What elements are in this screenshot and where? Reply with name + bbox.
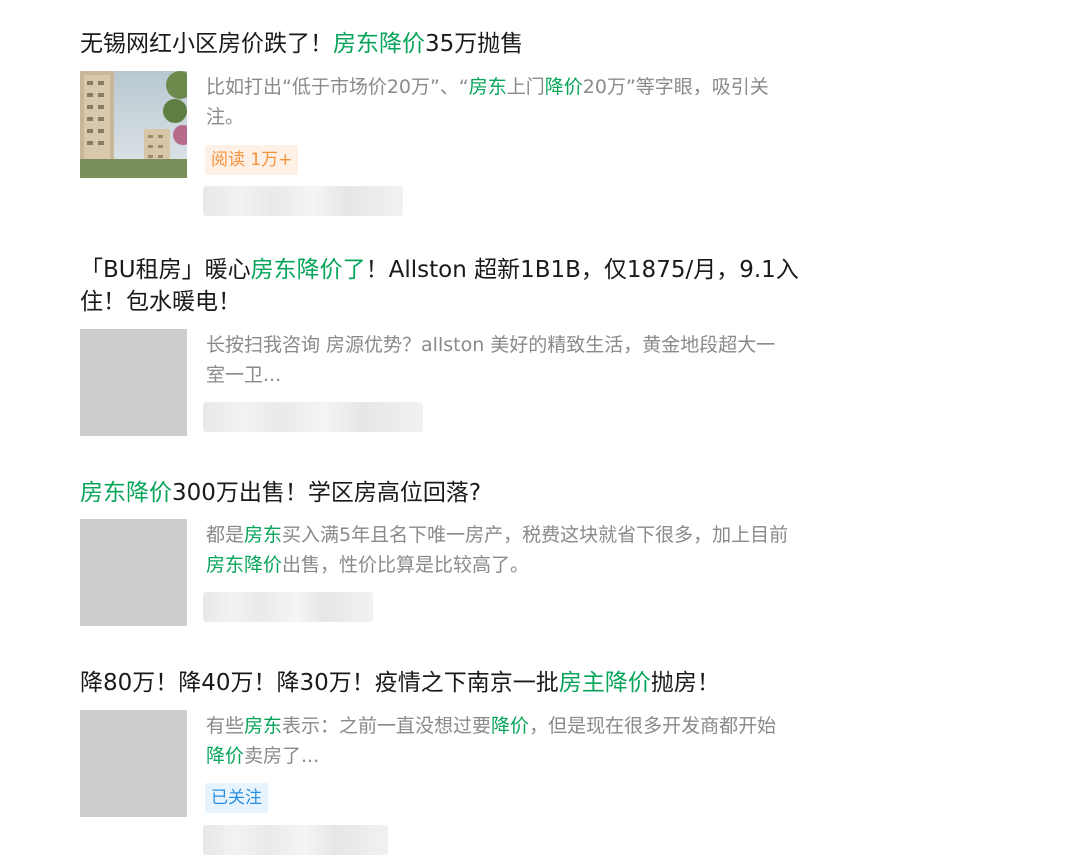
result-title[interactable]: 房东降价300万出售！学区房高位回落? bbox=[80, 477, 800, 509]
blurred-source-info bbox=[203, 592, 373, 622]
highlighted-keyword: 房东降价了 bbox=[250, 257, 366, 283]
blurred-source-info bbox=[203, 402, 423, 432]
text-segment: 出售，性价比算是比较高了。 bbox=[282, 554, 530, 576]
highlighted-keyword: 降价 bbox=[206, 745, 245, 767]
result-snippet: 长按扫我咨询 房源优势？allston 美好的精致生活，黄金地段超大一室一卫..… bbox=[206, 330, 791, 390]
text-segment: 长按扫我咨询 房源优势？allston 美好的精致生活，黄金地段超大一室一卫..… bbox=[206, 334, 776, 386]
read-count-badge: 阅读 1万+ bbox=[205, 145, 299, 175]
text-segment: 上门 bbox=[506, 76, 545, 98]
result-snippet: 都是房东买入满5年且名下唯一房产，税费这块就省下很多，加上目前房东降价出售，性价… bbox=[206, 520, 806, 580]
text-segment: ，但是现在很多开发商都开始 bbox=[529, 715, 777, 737]
result-title[interactable]: 无锡网红小区房价跌了！房东降价35万抛售 bbox=[80, 28, 800, 60]
text-segment: 300万出售！学区房高位回落? bbox=[172, 480, 482, 506]
highlighted-keyword: 房东 bbox=[244, 524, 283, 546]
result-snippet: 比如打出“低于市场价20万”、“房东上门降价20万”等字眼，吸引关注。 bbox=[206, 72, 781, 132]
highlighted-keyword: 降价 bbox=[491, 715, 530, 737]
result-thumbnail-photo[interactable] bbox=[80, 71, 187, 178]
highlighted-keyword: 房东 bbox=[244, 715, 283, 737]
highlighted-keyword: 降价 bbox=[544, 76, 583, 98]
result-thumbnail[interactable] bbox=[80, 329, 187, 436]
text-segment: 「BU租房」暖心 bbox=[80, 257, 251, 283]
text-segment: 都是 bbox=[206, 524, 245, 546]
text-segment: 买入满5年且名下唯一房产，税费这块就省下很多，加上目前 bbox=[282, 524, 789, 546]
blurred-source-info bbox=[203, 186, 403, 216]
result-snippet: 有些房东表示：之前一直没想过要降价，但是现在很多开发商都开始降价卖房了... bbox=[206, 711, 791, 771]
blurred-source-info bbox=[203, 825, 388, 855]
text-segment: 降80万！降40万！降30万！疫情之下南京一批 bbox=[80, 670, 559, 696]
highlighted-keyword: 房东降价 bbox=[333, 31, 425, 57]
text-segment: 抛房！ bbox=[650, 670, 720, 696]
text-segment: 有些 bbox=[206, 715, 245, 737]
highlighted-keyword: 房东降价 bbox=[206, 554, 283, 576]
result-thumbnail[interactable] bbox=[80, 710, 187, 817]
highlighted-keyword: 房主降价 bbox=[558, 670, 651, 696]
text-segment: 卖房了... bbox=[244, 745, 320, 767]
result-thumbnail[interactable] bbox=[80, 519, 187, 626]
text-segment: 比如打出“低于市场价20万”、“ bbox=[206, 76, 469, 98]
followed-badge: 已关注 bbox=[205, 783, 268, 813]
text-segment: 无锡网红小区房价跌了！ bbox=[80, 31, 333, 57]
text-segment: 表示：之前一直没想过要 bbox=[282, 715, 492, 737]
highlighted-keyword: 房东降价 bbox=[80, 480, 172, 506]
text-segment: 35万抛售 bbox=[425, 31, 524, 57]
result-title[interactable]: 降80万！降40万！降30万！疫情之下南京一批房主降价抛房！ bbox=[80, 667, 800, 699]
building-photo bbox=[80, 71, 187, 178]
result-title[interactable]: 「BU租房」暖心房东降价了！Allston 超新1B1B，仅1875/月，9.1… bbox=[80, 254, 800, 318]
highlighted-keyword: 房东 bbox=[468, 76, 507, 98]
